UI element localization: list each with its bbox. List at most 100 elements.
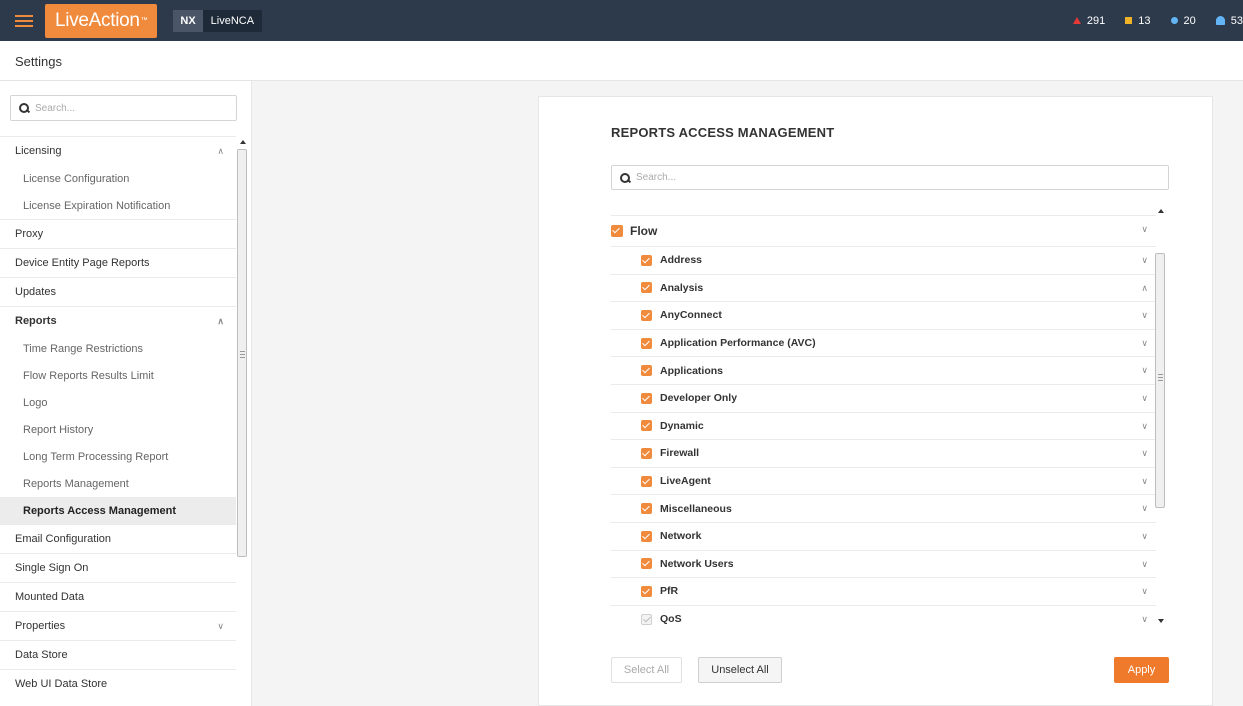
sidebar-item-reports-access-management[interactable]: Reports Access Management	[0, 497, 236, 524]
logo-text: LiveAction	[55, 9, 140, 31]
chevron-down-icon[interactable]: ∨	[1141, 503, 1148, 514]
chevron-up-icon[interactable]: ∧	[217, 146, 224, 157]
chevron-down-icon[interactable]: ∨	[1141, 476, 1148, 487]
sidebar-item-web-ui-data-store[interactable]: Web UI Data Store	[0, 669, 236, 698]
tree-item-label: Analysis	[660, 281, 704, 294]
tree-item-applications: Applications ∨	[611, 356, 1156, 384]
checkbox[interactable]	[611, 225, 623, 237]
checkbox[interactable]	[641, 337, 652, 349]
sidebar-item-license-expiration-notification[interactable]: License Expiration Notification	[0, 192, 236, 219]
nx-badge[interactable]: NX	[173, 9, 203, 32]
chevron-down-icon[interactable]: ∨	[1141, 224, 1148, 235]
tree-item-label: Firewall	[660, 447, 700, 460]
sidebar-item-licensing[interactable]: Licensing ∧	[0, 136, 236, 165]
sidebar-item-reports[interactable]: Reports ∧	[0, 306, 236, 335]
tree-scrollbar[interactable]	[1154, 207, 1169, 637]
tree-item-label: AnyConnect	[660, 309, 722, 322]
reports-access-card: REPORTS ACCESS MANAGEMENT Flow∨Address∨A…	[538, 96, 1213, 706]
hamburger-menu-icon[interactable]	[15, 14, 33, 27]
tree-item-label: Applications	[660, 364, 724, 377]
checkbox[interactable]	[641, 530, 652, 542]
chevron-down-icon[interactable]: ∨	[1141, 393, 1148, 404]
scroll-down-arrow-icon[interactable]	[1158, 619, 1164, 623]
notifications[interactable]: 53	[1215, 15, 1243, 27]
chevron-down-icon[interactable]: ∨	[1141, 531, 1148, 542]
scroll-up-arrow-icon[interactable]	[240, 140, 246, 144]
select-all-button[interactable]: Select All	[611, 657, 682, 683]
sidebar-item-proxy[interactable]: Proxy	[0, 219, 236, 248]
warning-alerts[interactable]: 13	[1125, 15, 1151, 27]
checkbox[interactable]	[641, 558, 652, 570]
tree-item-label: PfR	[660, 585, 679, 598]
sidebar-scrollbar[interactable]	[236, 136, 250, 706]
info-alerts[interactable]: 20	[1170, 15, 1196, 27]
checkbox[interactable]	[641, 254, 652, 266]
sidebar-search[interactable]	[10, 95, 237, 121]
tree-item-qos: QoS ∨	[611, 604, 1156, 633]
checkbox[interactable]	[641, 309, 652, 321]
sidebar-item-mounted-data[interactable]: Mounted Data	[0, 582, 236, 611]
reports-search[interactable]	[611, 165, 1169, 190]
checkbox[interactable]	[641, 365, 652, 377]
sidebar-item-logo[interactable]: Logo	[0, 389, 236, 416]
sidebar-item-license-configuration[interactable]: License Configuration	[0, 165, 236, 192]
checkbox[interactable]	[641, 475, 652, 487]
sidebar-item-properties[interactable]: Properties ∨	[0, 611, 236, 640]
scroll-up-arrow-icon[interactable]	[1158, 209, 1164, 213]
sidebar-item-email-configuration[interactable]: Email Configuration	[0, 524, 236, 553]
chevron-up-icon[interactable]: ∧	[1141, 283, 1148, 294]
tree-scroll-thumb[interactable]	[1155, 253, 1165, 508]
sidebar-item-label: Updates	[15, 286, 56, 298]
chevron-down-icon[interactable]: ∨	[1141, 365, 1148, 376]
sidebar-search-input[interactable]	[35, 102, 215, 114]
sidebar-item-flow-reports-results-limit[interactable]: Flow Reports Results Limit	[0, 362, 236, 389]
sidebar-item-single-sign-on[interactable]: Single Sign On	[0, 553, 236, 582]
sidebar-item-reports-management[interactable]: Reports Management	[0, 470, 236, 497]
settings-sidebar: Licensing ∧ License Configuration License E…	[0, 81, 252, 706]
checkbox[interactable]	[641, 282, 652, 294]
sidebar-item-report-history[interactable]: Report History	[0, 416, 236, 443]
chevron-down-icon[interactable]: ∨	[1141, 559, 1148, 570]
reports-search-input[interactable]	[636, 172, 816, 183]
chevron-down-icon[interactable]: ∨	[1141, 310, 1148, 321]
sidebar-item-updates[interactable]: Updates	[0, 277, 236, 306]
checkbox[interactable]	[641, 613, 652, 625]
tree-item-developer-only: Developer Only ∨	[611, 383, 1156, 412]
sidebar-item-label: Time Range Restrictions	[23, 342, 144, 355]
chevron-down-icon[interactable]: ∨	[1141, 448, 1148, 459]
top-navigation-bar: LiveAction ™ NX LiveNCA 291 13 20 53	[0, 0, 1243, 41]
chevron-down-icon[interactable]: ∨	[1141, 586, 1148, 597]
tree-item-miscellaneous: Miscellaneous ∨	[611, 494, 1156, 522]
tree-item-label: Application Performance (AVC)	[660, 337, 816, 350]
sidebar-item-label: Single Sign On	[15, 562, 89, 574]
sidebar-item-time-range-restrictions[interactable]: Time Range Restrictions	[0, 335, 236, 362]
liveaction-logo[interactable]: LiveAction ™	[45, 0, 158, 41]
chevron-down-icon[interactable]: ∨	[1141, 338, 1148, 349]
checkbox[interactable]	[641, 392, 652, 404]
apply-button[interactable]: Apply	[1114, 657, 1169, 683]
logo-trademark: ™	[140, 17, 148, 24]
chevron-down-icon[interactable]: ∨	[1141, 255, 1148, 266]
sidebar-scroll-thumb[interactable]	[237, 149, 247, 557]
chevron-down-icon[interactable]: ∨	[1141, 421, 1148, 432]
search-icon	[19, 103, 29, 113]
chevron-down-icon[interactable]: ∨	[1141, 614, 1148, 625]
tree-item-label: Developer Only	[660, 392, 738, 405]
sidebar-item-data-store[interactable]: Data Store	[0, 640, 236, 669]
chevron-up-icon[interactable]: ∧	[217, 316, 224, 327]
chevron-down-icon[interactable]: ∨	[217, 621, 224, 632]
bell-icon	[1215, 16, 1225, 25]
sidebar-item-device-entity-page-reports[interactable]: Device Entity Page Reports	[0, 248, 236, 277]
tree-item-label: Address	[660, 254, 703, 267]
checkbox[interactable]	[641, 585, 652, 597]
critical-alerts[interactable]: 291	[1072, 15, 1105, 27]
tree-item-analysis: Analysis ∧	[611, 273, 1156, 302]
tree-item-address: Address ∨	[611, 246, 1156, 274]
checkbox[interactable]	[641, 503, 652, 515]
unselect-all-button[interactable]: Unselect All	[698, 657, 782, 683]
checkbox[interactable]	[641, 420, 652, 432]
checkbox[interactable]	[641, 447, 652, 459]
sidebar-item-long-term-processing-report[interactable]: Long Term Processing Report	[0, 443, 236, 470]
sidebar-item-label: License Configuration	[23, 172, 130, 185]
product-name[interactable]: LiveNCA	[202, 9, 263, 32]
